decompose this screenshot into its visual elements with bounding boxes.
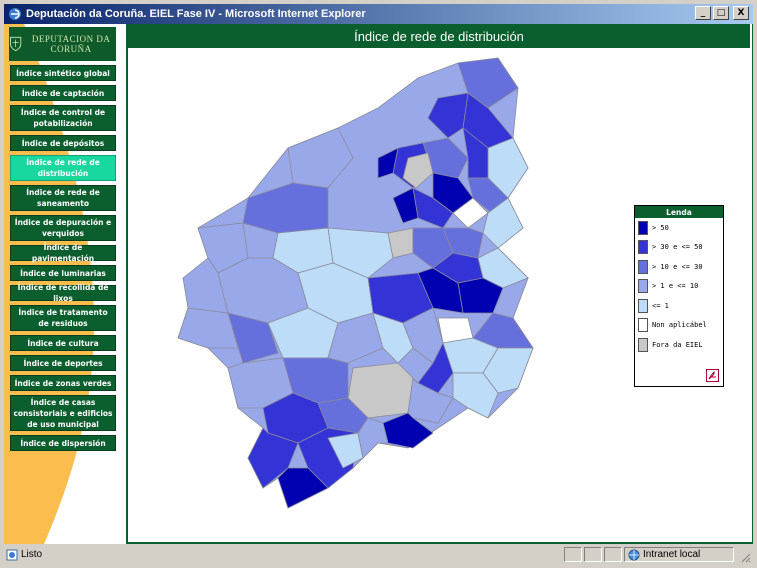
page-title: Índice de rede de distribución bbox=[354, 28, 524, 44]
sidebar-item-1[interactable]: Índice de captación bbox=[10, 85, 116, 101]
page-header: Índice de rede de distribución bbox=[128, 24, 750, 48]
status-panel bbox=[564, 547, 582, 562]
intranet-globe-icon bbox=[628, 549, 640, 560]
legend-item: > 30 e <= 50 bbox=[635, 238, 723, 258]
legend-item: <= 1 bbox=[635, 296, 723, 316]
sidebar-item-14[interactable]: Índice de casas consistoriais e edificio… bbox=[10, 395, 116, 431]
legend-label: Fora da EIEL bbox=[652, 340, 703, 349]
legend-title: Lenda bbox=[635, 206, 723, 218]
legend-swatch bbox=[638, 259, 648, 274]
coat-of-arms-icon bbox=[10, 36, 22, 52]
sidebar-item-5[interactable]: Índice de rede de saneamento bbox=[10, 185, 116, 211]
page-done-icon bbox=[6, 549, 18, 560]
resize-grip-icon[interactable] bbox=[739, 551, 751, 563]
security-zone[interactable]: Intranet local bbox=[624, 547, 734, 562]
status-panel bbox=[604, 547, 622, 562]
internet-explorer-icon bbox=[9, 8, 21, 20]
pdf-glyph-icon bbox=[708, 371, 716, 380]
legend-swatch bbox=[638, 240, 648, 255]
status-panel bbox=[584, 547, 602, 562]
legend-swatch bbox=[638, 220, 648, 235]
zone-label: Intranet local bbox=[643, 549, 701, 560]
legend-item: Fora da EIEL bbox=[635, 335, 723, 355]
sidebar-item-2[interactable]: Índice de control de potabilización bbox=[10, 105, 116, 131]
sidebar-item-4[interactable]: Índice de rede de distribución bbox=[10, 155, 116, 181]
close-button[interactable]: X bbox=[733, 6, 749, 20]
index-navigation: Índice sintético global Índice de captaci… bbox=[10, 65, 116, 455]
legend-swatch bbox=[638, 337, 648, 352]
sidebar-item-8[interactable]: Índice de luminarias bbox=[10, 265, 116, 281]
province-map[interactable] bbox=[168, 48, 548, 528]
status-text: Listo bbox=[21, 549, 43, 560]
sidebar-item-13[interactable]: Índice de zonas verdes bbox=[10, 375, 116, 391]
legend-label: > 1 e <= 10 bbox=[652, 282, 699, 291]
minimize-button[interactable]: _ bbox=[695, 6, 711, 20]
legend-swatch bbox=[638, 318, 648, 333]
map-legend: Lenda > 50 > 30 e <= 50 > 10 e <= 30 > 1 e … bbox=[634, 205, 724, 387]
legend-label: Non aplicábel bbox=[652, 321, 707, 330]
sidebar-item-0[interactable]: Índice sintético global bbox=[10, 65, 116, 81]
sidebar: DEPUTACION DA CORUÑA Índice sintético gl… bbox=[4, 24, 124, 544]
legend-label: > 30 e <= 50 bbox=[652, 243, 703, 252]
legend-label: > 50 bbox=[652, 223, 669, 232]
legend-item: > 10 e <= 30 bbox=[635, 257, 723, 277]
legend-item: Non aplicábel bbox=[635, 316, 723, 336]
page-content: DEPUTACION DA CORUÑA Índice sintético gl… bbox=[4, 24, 753, 544]
pdf-icon[interactable] bbox=[706, 369, 719, 382]
status-bar: Listo Intranet local bbox=[4, 545, 753, 564]
sidebar-item-6[interactable]: Índice de depuración e verquidos bbox=[10, 215, 116, 241]
deputacion-logo[interactable]: DEPUTACION DA CORUÑA bbox=[9, 27, 116, 61]
legend-item: > 50 bbox=[635, 218, 723, 238]
sidebar-item-12[interactable]: Índice de deportes bbox=[10, 355, 116, 371]
maximize-button[interactable]: □ bbox=[713, 6, 729, 20]
sidebar-item-11[interactable]: Índice de cultura bbox=[10, 335, 116, 351]
sidebar-item-3[interactable]: Índice de depósitos bbox=[10, 135, 116, 151]
legend-swatch bbox=[638, 298, 648, 313]
legend-label: <= 1 bbox=[652, 301, 669, 310]
browser-window: Deputación da Coruña. EIEL Fase IV - Mic… bbox=[0, 0, 757, 568]
title-bar: Deputación da Coruña. EIEL Fase IV - Mic… bbox=[4, 4, 753, 24]
sidebar-item-10[interactable]: Índice de tratamento de residuos bbox=[10, 305, 116, 331]
legend-swatch bbox=[638, 279, 648, 294]
logo-text: DEPUTACION DA CORUÑA bbox=[31, 34, 111, 54]
legend-item: > 1 e <= 10 bbox=[635, 277, 723, 297]
sidebar-item-15[interactable]: Índice de dispersión bbox=[10, 435, 116, 451]
sidebar-item-7[interactable]: Índice de pavimentación bbox=[10, 243, 116, 263]
legend-label: > 10 e <= 30 bbox=[652, 262, 703, 271]
window-title: Deputación da Coruña. EIEL Fase IV - Mic… bbox=[26, 8, 366, 20]
sidebar-item-9[interactable]: Índice de recollida de lixos bbox=[10, 283, 116, 303]
